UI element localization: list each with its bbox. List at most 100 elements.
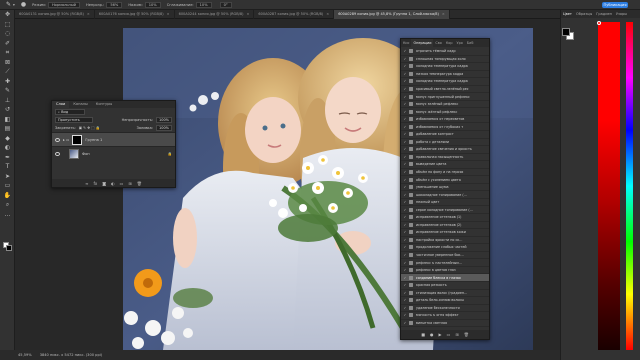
action-item[interactable]: ✓ создание блеска в глазах (401, 274, 489, 282)
angle-control[interactable]: 0° (218, 1, 232, 8)
action-item[interactable]: ✓ рефлекс ъ пастелейным... (401, 259, 489, 267)
type-icon[interactable]: T (0, 162, 15, 172)
check-icon[interactable]: ✓ (401, 132, 409, 136)
close-icon[interactable]: × (326, 10, 329, 19)
action-item[interactable]: ✓ выведение цвета (401, 161, 489, 169)
check-icon[interactable]: ✓ (401, 147, 409, 151)
layers-filter-select[interactable]: ⌕ Вид (55, 109, 85, 115)
check-icon[interactable]: ✓ (401, 162, 409, 166)
action-item[interactable]: ✓ виньетка светлая (401, 320, 489, 328)
panel-tab[interactable]: Биб (465, 39, 476, 47)
check-icon[interactable]: ✓ (401, 238, 409, 242)
close-icon[interactable]: × (246, 10, 249, 19)
brush-preset-picker[interactable]: ✎ ▾ (6, 1, 15, 8)
action-item[interactable]: ✓ исправление оттенков (1) (401, 214, 489, 222)
action-item[interactable]: ✓ минус зелёный рефлекс (401, 101, 489, 109)
color-field[interactable] (598, 22, 620, 350)
action-item[interactable]: ✓ рефлекс в цветов глаз (401, 267, 489, 275)
dodge-icon[interactable]: ◐ (0, 143, 15, 153)
action-item[interactable]: ✓ стилизация волос (градиен... (401, 290, 489, 298)
action-item[interactable]: ✓ холодная температура кадра (401, 63, 489, 71)
action-item[interactable]: ✓ правильная насыщенность (401, 154, 489, 162)
panel-tab[interactable]: Уро (455, 39, 465, 47)
check-icon[interactable]: ✓ (401, 117, 409, 121)
foreground-color-swatch[interactable] (562, 28, 570, 36)
layer-row-background[interactable]: Фон 🔒 (52, 146, 175, 160)
action-item[interactable]: ✓ холодная температура кадра (401, 78, 489, 86)
check-icon[interactable]: ✓ (401, 268, 409, 272)
panel-tab[interactable]: Градиен (594, 12, 614, 16)
action-item[interactable]: ✓ красивый светло-зелёный рес (401, 86, 489, 94)
close-icon[interactable]: × (442, 10, 445, 19)
check-icon[interactable]: ✓ (401, 95, 409, 99)
mask-icon[interactable]: ◙ (102, 181, 106, 186)
action-item[interactable]: ✓ мягкость ъ огня эффект (401, 312, 489, 320)
check-icon[interactable]: ✓ (401, 261, 409, 265)
document-tab[interactable]: 600A0131 копия.jpg @ 50% (RGB/8) × (15, 10, 95, 19)
adjustment-icon[interactable]: ◐ (111, 181, 115, 186)
action-item[interactable]: ✓ продолжение слабых частей (401, 244, 489, 252)
opacity-control[interactable]: Непрозр.: 56% (86, 1, 123, 8)
action-item[interactable]: ✓ деталь бело-синюю волосы (401, 297, 489, 305)
blur-icon[interactable]: ◆ (0, 134, 15, 144)
panel-tab[interactable]: Каналы (69, 101, 91, 108)
brush-size-icon[interactable]: ● (21, 1, 26, 8)
check-icon[interactable]: ✓ (401, 49, 409, 53)
share-button[interactable]: Публикация (602, 2, 628, 8)
toolbar-background-swatch[interactable] (6, 245, 12, 251)
action-item[interactable]: ✓ уменьшение шума (401, 184, 489, 192)
check-icon[interactable]: ✓ (401, 313, 409, 317)
fill-input[interactable]: 100% (155, 125, 172, 131)
action-item[interactable]: ✓ работа с деталями (401, 139, 489, 147)
eyedropper-icon[interactable]: ⟋ (0, 67, 15, 77)
healing-icon[interactable]: ✚ (0, 77, 15, 87)
check-icon[interactable]: ✓ (401, 291, 409, 295)
document-tab[interactable]: 600A0176 копия.jpg @ 50% (RGB/8) × (95, 10, 175, 19)
path-select-icon[interactable]: ➤ (0, 172, 15, 182)
check-icon[interactable]: ✓ (401, 79, 409, 83)
hue-slider[interactable] (626, 22, 633, 350)
zoom-icon[interactable]: ⌕ (0, 200, 15, 210)
layer-mask-thumbnail[interactable] (72, 134, 83, 145)
brush-icon[interactable]: ✎ (0, 86, 15, 96)
mode-select[interactable]: Режим: Нормальный (32, 1, 81, 8)
check-icon[interactable]: ✓ (401, 185, 409, 189)
eraser-icon[interactable]: ◧ (0, 115, 15, 125)
check-icon[interactable]: ✓ (401, 215, 409, 219)
action-item[interactable]: ✓ низкая температура кадра (401, 71, 489, 79)
check-icon[interactable]: ✓ (401, 245, 409, 249)
lasso-icon[interactable]: ◌ (0, 29, 15, 39)
panel-tab[interactable]: Кор (444, 39, 455, 47)
action-item[interactable]: ✓ сплошная тонирующая холо (401, 56, 489, 64)
document-tab[interactable]: 600A0287 копия.jpg @ 50% (RGB/8) × (254, 10, 335, 19)
action-item[interactable]: ✓ добавление свечения и яркость (401, 146, 489, 154)
shape-icon[interactable]: ▭ (0, 181, 15, 191)
more-icon[interactable]: … (0, 210, 15, 220)
action-item[interactable]: ✓ избавляемся от глубоких т (401, 123, 489, 132)
action-item[interactable]: ✓ нежный цвет (401, 199, 489, 207)
blend-mode-select[interactable]: Пропустить (55, 117, 93, 123)
check-icon[interactable]: ✓ (401, 321, 409, 325)
link-icon[interactable]: ∞ (85, 181, 88, 186)
action-item[interactable]: ✓ минус жёлтый рефлекс (401, 108, 489, 116)
lock-icon[interactable]: ▣ ✎ ✥ ⬚ 🔒 (79, 126, 100, 130)
action-item[interactable]: ✓ виньетка тёмная (401, 327, 489, 329)
check-icon[interactable]: ✓ (401, 276, 409, 280)
action-item[interactable]: ✓ объём с усилением цвета (401, 176, 489, 184)
check-icon[interactable]: ✓ (401, 57, 409, 61)
check-icon[interactable]: ✓ (401, 253, 409, 257)
pressure-control[interactable]: Нажим: 10% (128, 1, 161, 8)
record-icon[interactable]: ● (430, 332, 434, 337)
panel-tab[interactable]: Образцы (574, 12, 594, 16)
document-tab[interactable]: 600A0244 копия.jpg @ 50% (RGB/8) × (175, 10, 255, 19)
panel-tab[interactable]: Контуры (92, 101, 116, 108)
stamp-icon[interactable]: ⊥ (0, 96, 15, 106)
action-item[interactable]: ✓ отразить тёмный кадр (401, 48, 489, 56)
move-icon[interactable]: ✥ (0, 10, 15, 20)
action-item[interactable]: ✓ объём по фону и на героях (401, 169, 489, 177)
action-item[interactable]: ✓ частичное уверенное бок... (401, 252, 489, 260)
color-picker-marker[interactable] (597, 21, 601, 25)
close-icon[interactable]: × (87, 10, 90, 19)
action-item[interactable]: ✓ минус приглушенный рефлекс (401, 93, 489, 101)
action-item[interactable]: ✓ удаление бесконечности (401, 305, 489, 313)
